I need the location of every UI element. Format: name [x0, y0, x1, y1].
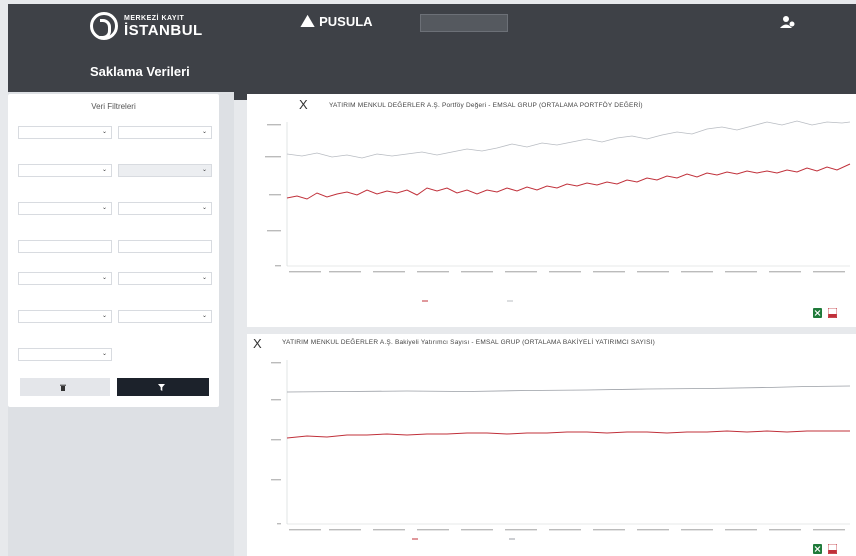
x-tick-label	[813, 529, 845, 531]
y-tick-label	[275, 265, 281, 267]
x-tick-label	[289, 271, 321, 273]
x-tick-label	[549, 529, 581, 531]
chevron-down-icon: ⌄	[101, 275, 107, 281]
x-tick-label	[681, 271, 713, 273]
x-tick-label	[289, 529, 321, 531]
x-tick-label	[769, 529, 801, 531]
portfolio-value-chart	[265, 120, 851, 302]
x-tick-label	[593, 271, 625, 273]
company-series-line	[286, 163, 851, 200]
excel-icon[interactable]	[813, 308, 822, 318]
peer-group-series-line	[286, 385, 851, 393]
investor-count-chart	[271, 360, 851, 540]
x-tick-label	[637, 271, 669, 273]
field-select[interactable]: ⌄	[18, 272, 112, 285]
mkk-logo-icon	[90, 12, 118, 40]
pusula-mountain-icon: ⛰	[300, 11, 316, 31]
nav-button[interactable]	[420, 14, 508, 32]
chevron-down-icon: ⌄	[101, 167, 107, 173]
mkk-logo-main: İSTANBUL	[124, 21, 203, 39]
chevron-down-icon: ⌄	[101, 351, 107, 357]
user-icon[interactable]	[780, 15, 796, 29]
clear-button[interactable]	[20, 378, 110, 396]
field-select[interactable]: ⌄	[118, 126, 212, 139]
end-date-field[interactable]	[118, 240, 212, 253]
mkk-logo[interactable]: MERKEZİ KAYIT İSTANBUL	[90, 12, 293, 40]
x-tick-label	[461, 529, 493, 531]
field-select[interactable]: ⌄	[18, 164, 112, 177]
filter-panel: Veri Filtreleri ⌄ ⌄ ⌄ ⌄ ⌄ ⌄ ⌄ ⌄ ⌄ ⌄ ⌄	[8, 94, 219, 407]
field-select[interactable]: ⌄	[118, 310, 212, 323]
x-tick-label	[329, 271, 361, 273]
y-tick-label	[271, 479, 281, 481]
chevron-down-icon: ⌄	[201, 275, 207, 281]
y-tick-label	[271, 362, 281, 364]
start-date-field[interactable]	[18, 240, 112, 253]
header-bar: MERKEZİ KAYIT İSTANBUL ⛰ PUSULA Saklama …	[8, 4, 856, 100]
filter-panel-title: Veri Filtreleri	[91, 102, 136, 111]
x-tick-label	[373, 271, 405, 273]
x-tick-label	[593, 529, 625, 531]
x-tick-label	[417, 271, 449, 273]
x-tick-label	[417, 529, 449, 531]
x-tick-label	[725, 529, 757, 531]
field-select[interactable]: ⌄	[118, 272, 212, 285]
portfolio-value-chart-panel: X YATIRIM MENKUL DEĞERLER A.Ş. Portföy D…	[247, 94, 856, 327]
chevron-down-icon: ⌄	[201, 129, 207, 135]
x-tick-labels	[289, 529, 845, 531]
trash-icon	[60, 384, 66, 391]
pusula-logo-name: PUSULA	[319, 13, 373, 29]
x-tick-label	[505, 271, 537, 273]
x-tick-label	[725, 271, 757, 273]
pusula-logo[interactable]: ⛰ PUSULA	[300, 12, 373, 30]
filter-button[interactable]	[117, 378, 209, 396]
pdf-icon[interactable]	[828, 544, 837, 554]
chevron-down-icon: ⌄	[201, 313, 207, 319]
y-tick-label	[267, 124, 281, 126]
y-tick-label	[265, 156, 281, 158]
pdf-icon[interactable]	[828, 308, 837, 318]
filter-icon	[157, 383, 165, 391]
x-tick-label	[549, 271, 581, 273]
field-select[interactable]: ⌄	[18, 202, 112, 215]
field-select[interactable]: ⌄	[18, 310, 112, 323]
field-select[interactable]: ⌄	[118, 164, 212, 177]
page-title: Saklama Verileri	[90, 64, 190, 79]
x-tick-label	[461, 271, 493, 273]
chevron-down-icon: ⌄	[101, 129, 107, 135]
excel-icon[interactable]	[813, 544, 822, 554]
y-tick-label	[267, 230, 281, 232]
y-tick-label	[269, 194, 281, 196]
x-tick-label	[637, 529, 669, 531]
field-select[interactable]: ⌄	[18, 126, 112, 139]
mkk-logo-text: MERKEZİ KAYIT İSTANBUL	[124, 15, 203, 38]
chevron-down-icon: ⌄	[201, 205, 207, 211]
x-tick-label	[329, 529, 361, 531]
company-series-line	[286, 430, 850, 439]
y-tick-label	[271, 439, 281, 441]
chevron-down-icon: ⌄	[201, 167, 207, 173]
y-tick-label	[271, 399, 281, 401]
field-select[interactable]: ⌄	[118, 202, 212, 215]
x-tick-label	[681, 529, 713, 531]
investor-count-chart-panel: X YATIRIM MENKUL DEĞERLER A.Ş. Bakiyeli …	[247, 334, 856, 556]
chevron-down-icon: ⌄	[101, 313, 107, 319]
chevron-down-icon: ⌄	[101, 205, 107, 211]
x-tick-label	[373, 529, 405, 531]
x-tick-label	[813, 271, 845, 273]
x-tick-label	[505, 529, 537, 531]
peer-group-series-line	[286, 120, 851, 159]
field-select[interactable]: ⌄	[18, 348, 112, 361]
x-tick-labels	[289, 271, 845, 273]
y-tick-labels	[265, 124, 281, 267]
y-tick-labels	[271, 362, 281, 525]
y-tick-label	[277, 523, 281, 525]
x-tick-label	[769, 271, 801, 273]
